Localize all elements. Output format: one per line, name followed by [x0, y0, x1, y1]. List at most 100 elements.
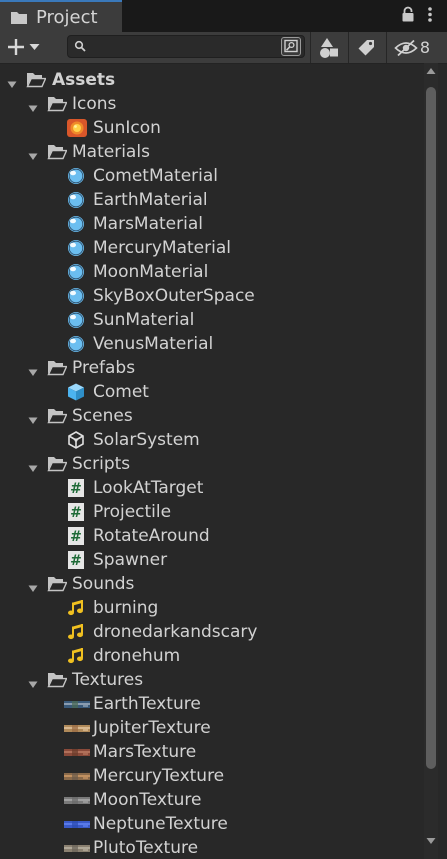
- folder-label: Textures: [72, 670, 144, 690]
- tab-bar: Project: [0, 0, 447, 32]
- tree-item-script[interactable]: # RotateAround: [0, 524, 424, 548]
- toggle-hidden-packages-button[interactable]: 8: [392, 34, 432, 61]
- tree-item-script[interactable]: # Spawner: [0, 548, 424, 572]
- foldout-arrow[interactable]: [28, 99, 38, 112]
- texture-thumbnail-icon: [64, 725, 90, 732]
- tree-item-texture[interactable]: MercuryTexture: [0, 764, 424, 788]
- foldout-arrow[interactable]: [28, 411, 38, 424]
- tree-item-material[interactable]: SunMaterial: [0, 308, 424, 332]
- tree-item-material[interactable]: VenusMaterial: [0, 332, 424, 356]
- tree-item-scene[interactable]: SolarSystem: [0, 428, 424, 452]
- tree-folder-prefabs[interactable]: Prefabs: [0, 356, 424, 380]
- item-label: MarsMaterial: [93, 214, 203, 234]
- tree-item-sunicon[interactable]: SunIcon: [0, 116, 424, 140]
- tree-folder-icons[interactable]: Icons: [0, 92, 424, 116]
- tree-folder-sounds[interactable]: Sounds: [0, 572, 424, 596]
- expanded-arrow-icon: [28, 417, 38, 424]
- row-icon: [47, 455, 68, 473]
- folder-open-icon: [47, 145, 68, 160]
- row-icon: [67, 431, 87, 449]
- item-label: CometMaterial: [93, 166, 219, 186]
- plus-icon: [8, 39, 24, 55]
- row-icon: [47, 407, 68, 425]
- project-toolbar: 8: [0, 32, 447, 64]
- tree-item-sound[interactable]: dronedarkandscary: [0, 620, 424, 644]
- item-label: EarthTexture: [93, 694, 201, 714]
- tree-folder-materials[interactable]: Materials: [0, 140, 424, 164]
- tree-folder-assets[interactable]: Assets: [0, 68, 424, 92]
- project-tree: Assets Icons SunIcon Materials CometMaterial…: [0, 63, 424, 859]
- foldout-arrow[interactable]: [28, 147, 38, 160]
- tree-item-texture[interactable]: MoonTexture: [0, 788, 424, 812]
- item-label: Projectile: [93, 502, 172, 522]
- audio-clip-icon: [68, 600, 83, 616]
- svg-text:#: #: [70, 553, 82, 569]
- tree-item-material[interactable]: SkyBoxOuterSpace: [0, 284, 424, 308]
- tree-item-script[interactable]: # Projectile: [0, 500, 424, 524]
- filter-by-type-icon: [320, 37, 338, 58]
- filter-by-type-button[interactable]: [314, 34, 344, 61]
- filter-by-label-button[interactable]: [352, 34, 382, 61]
- search-field[interactable]: [67, 35, 305, 58]
- tree-item-material[interactable]: CometMaterial: [0, 164, 424, 188]
- row-icon: [67, 335, 87, 353]
- tree-item-texture[interactable]: JupiterTexture: [0, 716, 424, 740]
- unity-scene-icon: [68, 431, 84, 449]
- tree-folder-scenes[interactable]: Scenes: [0, 404, 424, 428]
- row-icon: [47, 359, 68, 377]
- scroll-up-arrow-icon[interactable]: [426, 67, 436, 75]
- foldout-arrow[interactable]: [7, 75, 17, 88]
- search-input[interactable]: [92, 37, 276, 58]
- tree-folder-textures[interactable]: Textures: [0, 668, 424, 692]
- foldout-arrow[interactable]: [28, 459, 38, 472]
- folder-open-icon: [47, 457, 68, 472]
- item-label: MoonTexture: [93, 790, 202, 810]
- tree-item-material[interactable]: MarsMaterial: [0, 212, 424, 236]
- foldout-arrow[interactable]: [28, 675, 38, 688]
- tree-item-texture[interactable]: MarsTexture: [0, 740, 424, 764]
- expanded-arrow-icon: [28, 681, 38, 688]
- tree-item-texture[interactable]: NeptuneTexture: [0, 812, 424, 836]
- row-icon: [67, 599, 87, 617]
- tab-project[interactable]: Project: [0, 0, 122, 32]
- row-icon: [64, 695, 90, 713]
- tree-item-sound[interactable]: dronehum: [0, 644, 424, 668]
- tree-item-material[interactable]: EarthMaterial: [0, 188, 424, 212]
- foldout-arrow[interactable]: [28, 363, 38, 376]
- scrollbar-thumb[interactable]: [426, 87, 436, 769]
- row-icon: [67, 383, 87, 401]
- row-icon: [47, 95, 68, 113]
- row-icon: [67, 239, 87, 257]
- create-dropdown-button[interactable]: [6, 35, 50, 59]
- material-icon: [68, 312, 84, 328]
- audio-clip-icon: [68, 624, 83, 640]
- folder-label: Scripts: [72, 454, 131, 474]
- row-icon: [67, 167, 87, 185]
- tree-item-material[interactable]: MercuryMaterial: [0, 236, 424, 260]
- row-icon: [64, 815, 90, 833]
- tree-item-script[interactable]: # LookAtTarget: [0, 476, 424, 500]
- tree-folder-scripts[interactable]: Scripts: [0, 452, 424, 476]
- vertical-scrollbar[interactable]: [424, 63, 438, 859]
- item-label: SunMaterial: [93, 310, 195, 330]
- tree-item-material[interactable]: MoonMaterial: [0, 260, 424, 284]
- toolbar-separator: [310, 32, 311, 63]
- tree-item-sound[interactable]: burning: [0, 596, 424, 620]
- tree-item-prefab[interactable]: Comet: [0, 380, 424, 404]
- item-label: SkyBoxOuterSpace: [93, 286, 255, 306]
- kebab-menu-icon[interactable]: [427, 6, 433, 23]
- folder-open-icon: [26, 73, 47, 88]
- search-mode-button[interactable]: [281, 37, 301, 56]
- folder-icon: [11, 11, 27, 24]
- tree-item-texture[interactable]: EarthTexture: [0, 692, 424, 716]
- lock-icon[interactable]: [401, 6, 415, 23]
- tree-item-texture[interactable]: PlutoTexture: [0, 836, 424, 859]
- expanded-arrow-icon: [28, 153, 38, 160]
- scroll-down-arrow-icon[interactable]: [426, 837, 436, 845]
- foldout-arrow[interactable]: [28, 579, 38, 592]
- row-icon: #: [67, 503, 87, 521]
- row-icon: [26, 71, 47, 89]
- item-label: SolarSystem: [93, 430, 200, 450]
- row-icon: [67, 311, 87, 329]
- audio-clip-icon: [68, 648, 83, 664]
